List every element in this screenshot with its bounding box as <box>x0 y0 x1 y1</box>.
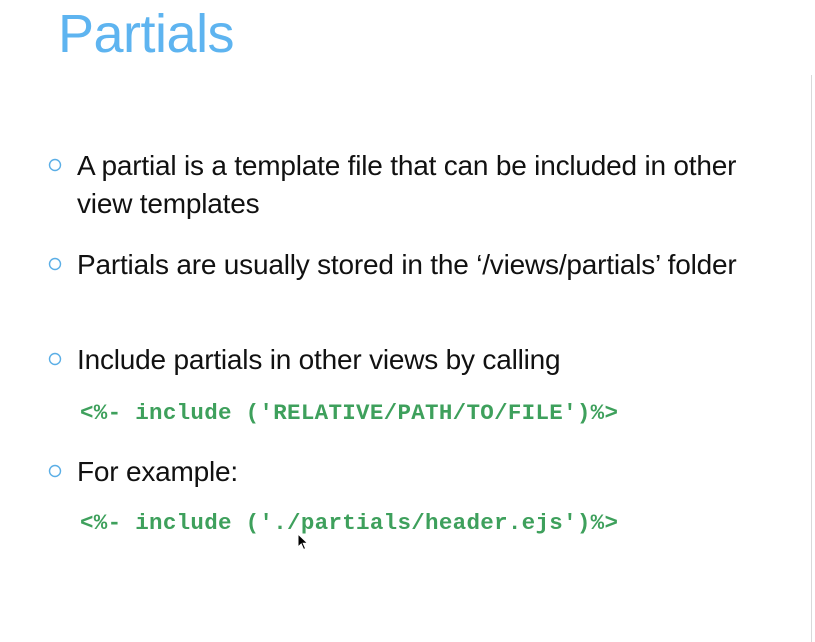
bullet-text: Partials are usually stored in the ‘/vie… <box>77 249 737 280</box>
hollow-circle-bullet-icon <box>48 257 62 271</box>
bullet-text: Include partials in other views by calli… <box>77 344 561 375</box>
code-example: <%- include ('./partials/header.ejs')%> <box>80 510 619 536</box>
hollow-circle-bullet-icon <box>48 352 62 366</box>
mouse-pointer-icon <box>297 533 309 551</box>
slide-title: Partials <box>58 4 235 64</box>
hollow-circle-bullet-icon <box>48 158 62 172</box>
slide: Partials A partial is a template file th… <box>0 0 815 642</box>
bullet-text: A partial is a template file that can be… <box>77 150 737 219</box>
bullet-text: For example: <box>77 456 238 487</box>
hollow-circle-bullet-icon <box>48 464 62 478</box>
code-example: <%- include ('RELATIVE/PATH/TO/FILE')%> <box>80 400 619 426</box>
slide-right-border <box>811 75 812 642</box>
